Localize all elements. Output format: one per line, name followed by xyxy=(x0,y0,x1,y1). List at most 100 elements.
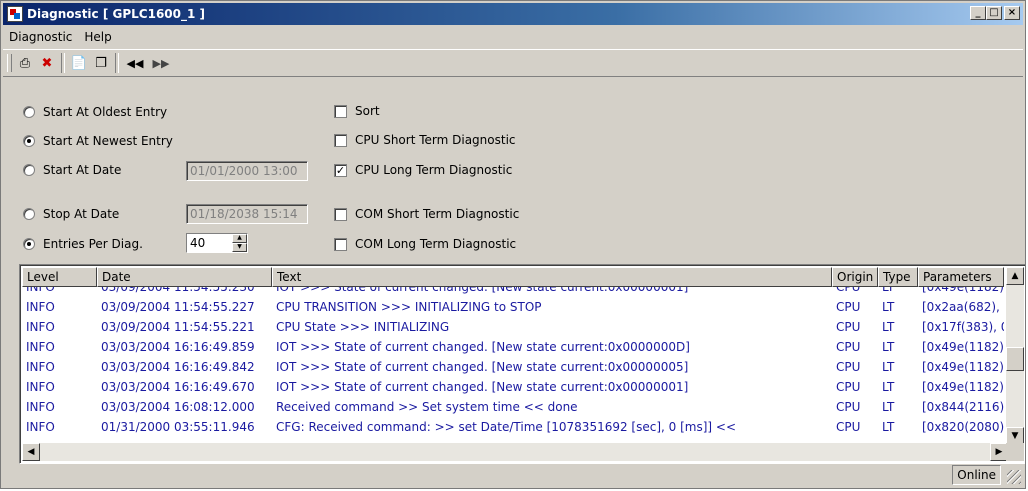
cell-text: CPU TRANSITION >>> INITIALIZING to STOP xyxy=(276,300,542,314)
cpu-long-option[interactable]: ✓ CPU Long Term Diagnostic xyxy=(334,163,512,177)
cell-text: IOT >>> State of current changed. [New s… xyxy=(276,340,690,354)
start-date-field[interactable]: 01/01/2000 13:00 xyxy=(186,161,308,181)
spin-down-icon[interactable]: ▼ xyxy=(232,243,247,252)
entries-per-diag-option[interactable]: Entries Per Diag. xyxy=(23,237,143,251)
diagnostic-list[interactable]: Level Date Text Origin Type Parameters I… xyxy=(19,264,1025,464)
stop-date-radio[interactable] xyxy=(23,208,35,220)
start-date-radio[interactable] xyxy=(23,164,35,176)
cell-text: IOT >>> State of current changed. [New s… xyxy=(276,360,689,374)
print-icon[interactable]: ⎙ xyxy=(14,53,36,73)
scroll-up-icon[interactable]: ▲ xyxy=(1006,267,1024,285)
table-row[interactable]: INFO 03/03/2004 16:16:49.842 IOT >>> Sta… xyxy=(22,358,1004,378)
table-row[interactable]: INFO 03/03/2004 16:08:12.000 Received co… xyxy=(22,398,1004,418)
cell-level: INFO xyxy=(26,320,55,334)
cell-date: 03/03/2004 16:16:49.670 xyxy=(101,380,255,394)
com-long-checkbox[interactable] xyxy=(334,237,347,251)
table-row[interactable]: INFO 03/09/2004 11:54:55.221 CPU State >… xyxy=(22,318,1004,338)
cell-level: INFO xyxy=(26,400,55,414)
start-date-option[interactable]: Start At Date xyxy=(23,163,121,177)
cell-date: 03/03/2004 16:16:49.842 xyxy=(101,360,255,374)
fast-forward-icon[interactable]: ▶▶ xyxy=(148,53,174,73)
table-row[interactable]: INFO 03/09/2004 11:54:55.227 CPU TRANSIT… xyxy=(22,298,1004,318)
resize-grip-icon[interactable] xyxy=(1007,470,1021,484)
cell-parameters: [0x49e(1182), xyxy=(922,360,1004,374)
cell-date: 03/03/2004 16:08:12.000 xyxy=(101,400,255,414)
cell-parameters: [0x820(2080), xyxy=(922,420,1004,434)
cell-type: LT xyxy=(882,320,895,334)
close-button[interactable]: × xyxy=(1004,6,1020,20)
column-header-origin[interactable]: Origin xyxy=(832,267,878,287)
delete-icon[interactable]: ✖ xyxy=(36,53,58,73)
horizontal-scrollbar[interactable]: ◀ ▶ xyxy=(22,443,1008,461)
scroll-thumb[interactable] xyxy=(1006,347,1024,371)
com-short-checkbox[interactable] xyxy=(334,207,347,221)
stop-date-label: Stop At Date xyxy=(43,207,120,221)
column-header-text[interactable]: Text xyxy=(272,267,832,287)
cell-parameters: [0x844(2116), xyxy=(922,400,1004,414)
menu-diagnostic[interactable]: Diagnostic xyxy=(3,30,78,44)
entries-per-diag-radio[interactable] xyxy=(23,238,35,250)
vertical-scrollbar[interactable]: ▲ ▼ xyxy=(1006,267,1024,445)
cell-date: 01/31/2000 03:55:11.946 xyxy=(101,420,255,434)
cell-parameters: [0x2aa(682), ( xyxy=(922,300,1004,314)
cell-text: IOT >>> State of current changed. [New s… xyxy=(276,380,689,394)
status-bar: Online xyxy=(3,464,1023,486)
app-icon xyxy=(7,6,23,22)
cell-parameters: [0x49e(1182), xyxy=(922,380,1004,394)
cell-type: LT xyxy=(882,360,895,374)
sort-checkbox[interactable] xyxy=(334,104,347,118)
cell-text: CFG: Received command: >> set Date/Time … xyxy=(276,420,737,434)
table-row[interactable]: INFO 03/03/2004 16:16:49.859 IOT >>> Sta… xyxy=(22,338,1004,358)
stop-date-option[interactable]: Stop At Date xyxy=(23,207,119,221)
entries-per-diag-stepper[interactable]: 40 ▲ ▼ xyxy=(186,233,248,253)
cell-date: 03/09/2004 11:54:55.230 xyxy=(101,287,255,294)
cell-text: CPU State >>> INITIALIZING xyxy=(276,320,450,334)
menu-help[interactable]: Help xyxy=(78,30,117,44)
start-newest-option[interactable]: Start At Newest Entry xyxy=(23,134,173,148)
title-bar[interactable]: Diagnostic [ GPLC1600_1 ] _ □ × xyxy=(3,3,1023,25)
minimize-button[interactable]: _ xyxy=(970,6,986,20)
notepad-icon[interactable]: 📄 xyxy=(68,53,90,73)
copy-icon[interactable]: ❐ xyxy=(90,53,112,73)
com-short-option[interactable]: COM Short Term Diagnostic xyxy=(334,207,519,221)
cpu-long-checkbox[interactable]: ✓ xyxy=(334,163,347,177)
start-oldest-option[interactable]: Start At Oldest Entry xyxy=(23,105,167,119)
cell-type: LT xyxy=(882,420,895,434)
cell-origin: CPU xyxy=(836,287,861,294)
table-row[interactable]: INFO 01/31/2000 03:55:11.946 CFG: Receiv… xyxy=(22,418,1004,434)
cpu-short-option[interactable]: CPU Short Term Diagnostic xyxy=(334,133,516,147)
scroll-left-icon[interactable]: ◀ xyxy=(22,443,40,461)
table-row[interactable]: INFO 03/09/2004 11:54:55.230 IOT >>> Sta… xyxy=(22,287,1004,298)
com-long-label: COM Long Term Diagnostic xyxy=(355,237,517,251)
cpu-short-label: CPU Short Term Diagnostic xyxy=(355,133,516,147)
column-header-date[interactable]: Date xyxy=(97,267,272,287)
start-newest-radio[interactable] xyxy=(23,135,35,147)
toolbar-separator xyxy=(115,53,119,73)
cell-type: LT xyxy=(882,300,895,314)
column-header-type[interactable]: Type xyxy=(878,267,918,287)
column-header-level[interactable]: Level xyxy=(22,267,97,287)
cpu-short-checkbox[interactable] xyxy=(334,133,347,147)
list-rows: INFO 03/09/2004 11:54:55.230 IOT >>> Sta… xyxy=(22,287,1012,434)
sort-label: Sort xyxy=(355,104,380,118)
cell-origin: CPU xyxy=(836,340,861,354)
cell-level: INFO xyxy=(26,300,55,314)
cell-type: LT xyxy=(882,340,895,354)
toolbar-grip[interactable] xyxy=(7,54,12,72)
stop-date-field[interactable]: 01/18/2038 15:14 xyxy=(186,204,308,224)
rewind-icon[interactable]: ◀◀ xyxy=(122,53,148,73)
cell-level: INFO xyxy=(26,360,55,374)
scroll-corner xyxy=(1006,443,1024,461)
table-row[interactable]: INFO 03/03/2004 16:16:49.670 IOT >>> Sta… xyxy=(22,378,1004,398)
cell-parameters: [0x49e(1182), xyxy=(922,287,1004,294)
cpu-long-label: CPU Long Term Diagnostic xyxy=(355,163,513,177)
spin-up-icon[interactable]: ▲ xyxy=(232,234,247,243)
sort-option[interactable]: Sort xyxy=(334,104,380,118)
cell-level: INFO xyxy=(26,380,55,394)
column-header-parameters[interactable]: Parameters xyxy=(918,267,1004,287)
cell-date: 03/09/2004 11:54:55.227 xyxy=(101,300,255,314)
maximize-button[interactable]: □ xyxy=(986,6,1002,20)
entries-per-diag-value[interactable]: 40 xyxy=(190,236,205,250)
com-long-option[interactable]: COM Long Term Diagnostic xyxy=(334,237,516,251)
start-oldest-radio[interactable] xyxy=(23,106,35,118)
